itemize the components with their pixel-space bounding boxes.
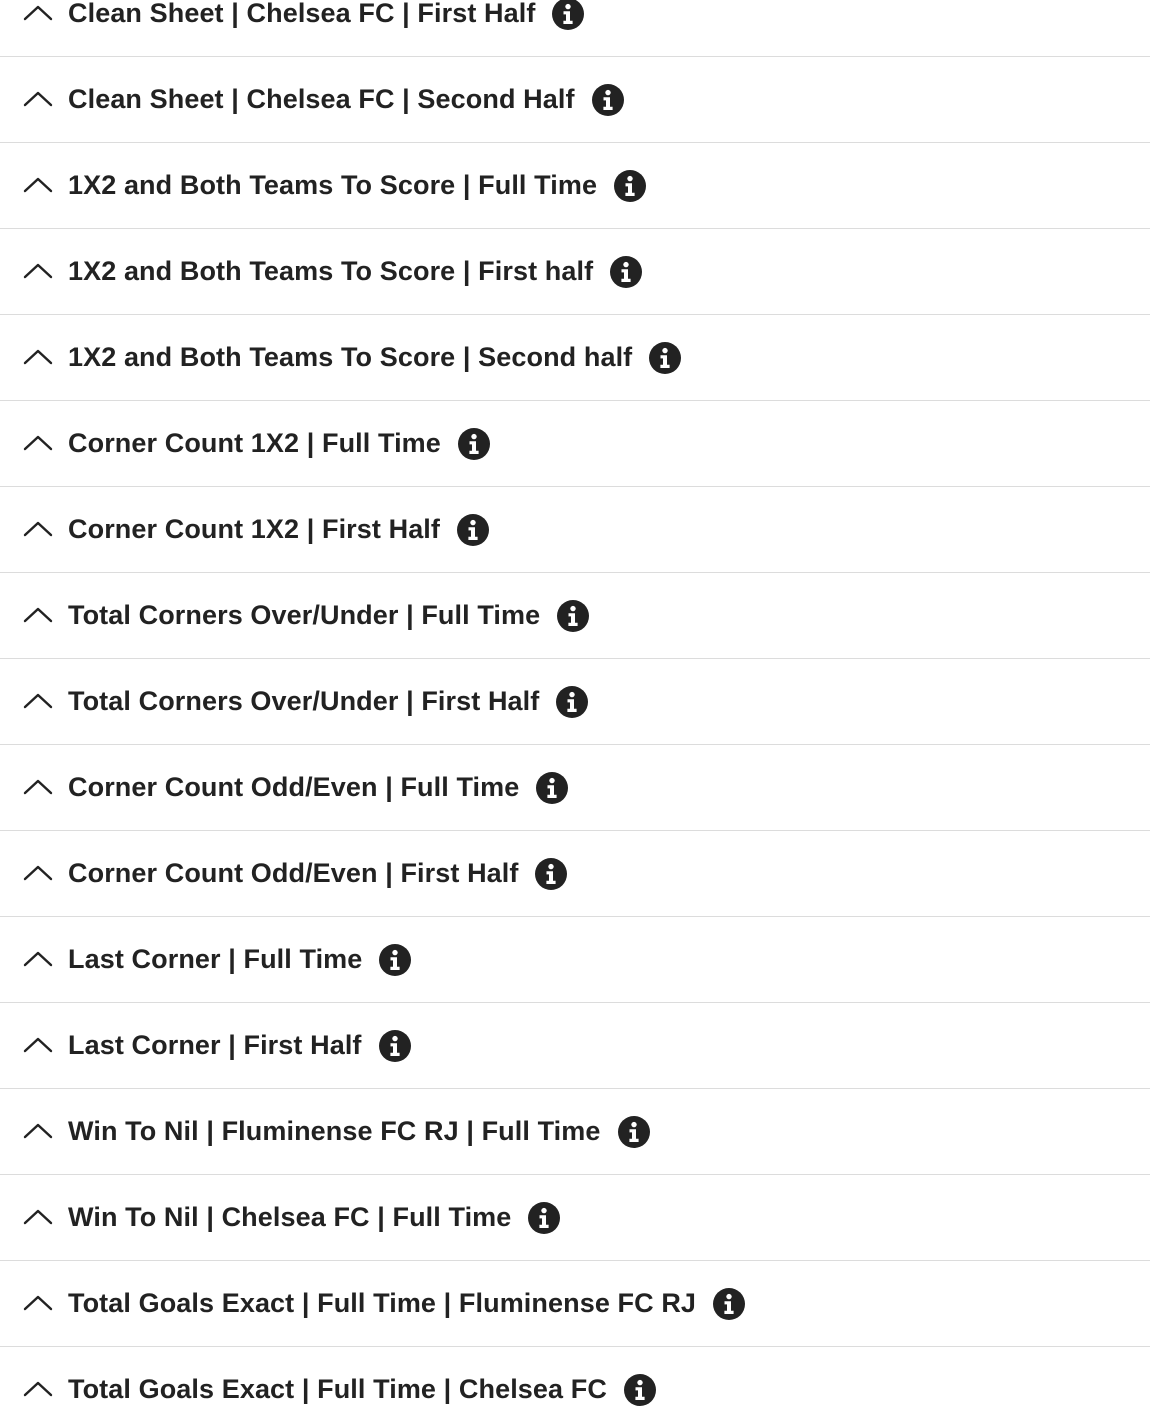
chevron-up-icon[interactable] <box>22 3 54 23</box>
market-row[interactable]: Clean Sheet | Chelsea FC | Second Half <box>0 57 1150 143</box>
info-icon[interactable] <box>623 1373 656 1406</box>
market-row[interactable]: Corner Count Odd/Even | Full Time <box>0 745 1150 831</box>
info-icon[interactable] <box>457 513 490 546</box>
market-row[interactable]: Clean Sheet | Chelsea FC | First Half <box>0 0 1150 57</box>
market-title: 1X2 and Both Teams To Score | First half <box>68 256 594 286</box>
market-title-wrap: Corner Count 1X2 | First Half <box>68 487 490 572</box>
market-title: Clean Sheet | Chelsea FC | First Half <box>68 0 536 28</box>
market-title: 1X2 and Both Teams To Score | Full Time <box>68 170 598 200</box>
market-title-wrap: Total Corners Over/Under | Full Time <box>68 573 590 658</box>
market-row[interactable]: Total Goals Exact | Full Time | Chelsea … <box>0 1347 1150 1422</box>
info-icon[interactable] <box>536 771 569 804</box>
market-title-wrap: Corner Count Odd/Even | First Half <box>68 831 568 916</box>
market-title-wrap: Last Corner | First Half <box>68 1003 411 1088</box>
market-row[interactable]: Corner Count 1X2 | First Half <box>0 487 1150 573</box>
chevron-up-icon[interactable] <box>22 519 54 539</box>
chevron-up-icon[interactable] <box>22 347 54 367</box>
market-title-wrap: 1X2 and Both Teams To Score | Full Time <box>68 143 647 228</box>
chevron-up-icon[interactable] <box>22 1035 54 1055</box>
chevron-up-icon[interactable] <box>22 605 54 625</box>
market-title: Total Corners Over/Under | Full Time <box>68 600 541 630</box>
chevron-up-icon[interactable] <box>22 89 54 109</box>
chevron-up-icon[interactable] <box>22 261 54 281</box>
chevron-up-icon[interactable] <box>22 175 54 195</box>
market-row[interactable]: Corner Count Odd/Even | First Half <box>0 831 1150 917</box>
market-title: Last Corner | Full Time <box>68 944 363 974</box>
market-row[interactable]: Total Corners Over/Under | First Half <box>0 659 1150 745</box>
chevron-up-icon[interactable] <box>22 1379 54 1399</box>
market-title: Corner Count 1X2 | First Half <box>68 514 441 544</box>
market-title: Corner Count Odd/Even | Full Time <box>68 772 520 802</box>
market-row[interactable]: 1X2 and Both Teams To Score | First half <box>0 229 1150 315</box>
chevron-up-icon[interactable] <box>22 863 54 883</box>
market-row[interactable]: Total Goals Exact | Full Time | Fluminen… <box>0 1261 1150 1347</box>
market-row[interactable]: Corner Count 1X2 | Full Time <box>0 401 1150 487</box>
info-icon[interactable] <box>457 427 490 460</box>
chevron-up-icon[interactable] <box>22 777 54 797</box>
market-title-wrap: Total Goals Exact | Full Time | Chelsea … <box>68 1347 656 1422</box>
market-row[interactable]: 1X2 and Both Teams To Score | Full Time <box>0 143 1150 229</box>
market-title-wrap: 1X2 and Both Teams To Score | First half <box>68 229 643 314</box>
market-title-wrap: Total Goals Exact | Full Time | Fluminen… <box>68 1261 746 1346</box>
info-icon[interactable] <box>591 83 624 116</box>
chevron-up-icon[interactable] <box>22 691 54 711</box>
chevron-up-icon[interactable] <box>22 433 54 453</box>
market-title-wrap: Clean Sheet | Chelsea FC | First Half <box>68 0 585 56</box>
market-title: Last Corner | First Half <box>68 1030 362 1060</box>
market-row[interactable]: Total Corners Over/Under | Full Time <box>0 573 1150 659</box>
info-icon[interactable] <box>556 685 589 718</box>
market-title-wrap: Total Corners Over/Under | First Half <box>68 659 589 744</box>
info-icon[interactable] <box>379 943 412 976</box>
info-icon[interactable] <box>552 0 585 30</box>
market-row[interactable]: 1X2 and Both Teams To Score | Second hal… <box>0 315 1150 401</box>
market-title-wrap: Clean Sheet | Chelsea FC | Second Half <box>68 57 624 142</box>
market-row[interactable]: Win To Nil | Chelsea FC | Full Time <box>0 1175 1150 1261</box>
market-title-wrap: Corner Count 1X2 | Full Time <box>68 401 490 486</box>
chevron-up-icon[interactable] <box>22 1207 54 1227</box>
info-icon[interactable] <box>378 1029 411 1062</box>
info-icon[interactable] <box>617 1115 650 1148</box>
chevron-up-icon[interactable] <box>22 1121 54 1141</box>
info-icon[interactable] <box>610 255 643 288</box>
info-icon[interactable] <box>528 1201 561 1234</box>
info-icon[interactable] <box>557 599 590 632</box>
market-title-wrap: Last Corner | Full Time <box>68 917 412 1002</box>
market-title: Corner Count Odd/Even | First Half <box>68 858 519 888</box>
info-icon[interactable] <box>614 169 647 202</box>
market-row[interactable]: Last Corner | Full Time <box>0 917 1150 1003</box>
market-title-wrap: Win To Nil | Fluminense FC RJ | Full Tim… <box>68 1089 650 1174</box>
market-title: Win To Nil | Chelsea FC | Full Time <box>68 1202 512 1232</box>
market-title-wrap: Win To Nil | Chelsea FC | Full Time <box>68 1175 561 1260</box>
market-title: 1X2 and Both Teams To Score | Second hal… <box>68 342 633 372</box>
chevron-up-icon[interactable] <box>22 949 54 969</box>
info-icon[interactable] <box>535 857 568 890</box>
market-title: Win To Nil | Fluminense FC RJ | Full Tim… <box>68 1116 601 1146</box>
market-row[interactable]: Win To Nil | Fluminense FC RJ | Full Tim… <box>0 1089 1150 1175</box>
market-title: Total Goals Exact | Full Time | Chelsea … <box>68 1374 607 1404</box>
market-title: Total Corners Over/Under | First Half <box>68 686 540 716</box>
market-title-wrap: 1X2 and Both Teams To Score | Second hal… <box>68 315 682 400</box>
info-icon[interactable] <box>713 1287 746 1320</box>
market-title: Clean Sheet | Chelsea FC | Second Half <box>68 84 575 114</box>
market-title-wrap: Corner Count Odd/Even | Full Time <box>68 745 569 830</box>
info-icon[interactable] <box>649 341 682 374</box>
chevron-up-icon[interactable] <box>22 1293 54 1313</box>
market-list: Clean Sheet | Chelsea FC | First Half Cl… <box>0 0 1150 1422</box>
market-title: Corner Count 1X2 | Full Time <box>68 428 441 458</box>
market-row[interactable]: Last Corner | First Half <box>0 1003 1150 1089</box>
market-title: Total Goals Exact | Full Time | Fluminen… <box>68 1288 697 1318</box>
